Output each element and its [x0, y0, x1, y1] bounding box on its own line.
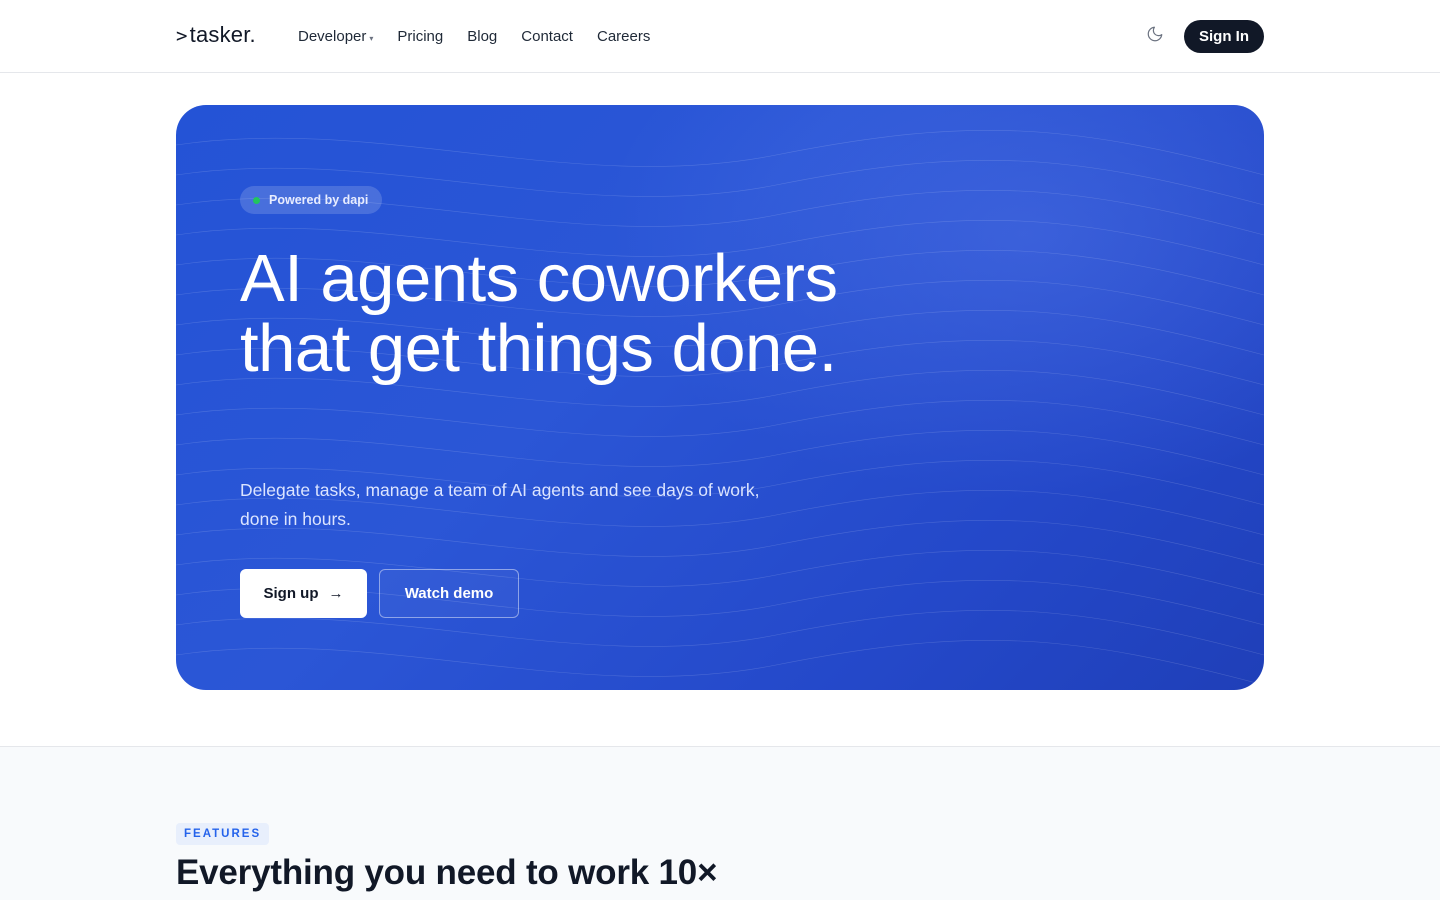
watch-demo-button[interactable]: Watch demo [379, 569, 519, 618]
hero-title: AI agents coworkers that get things done… [240, 241, 838, 386]
sign-in-button[interactable]: Sign In [1184, 20, 1264, 53]
nav-link-label: Blog [467, 28, 498, 45]
hero-subtitle: Delegate tasks, manage a team of AI agen… [240, 480, 760, 529]
top-navbar: > tasker. Developer ▾ Pricing Blog Conta… [0, 0, 1440, 73]
chevron-down-icon: ▾ [369, 34, 374, 43]
arrow-right-icon: → [328, 585, 344, 602]
logo[interactable]: > tasker. [176, 22, 256, 48]
features-title: Everything you need to work 10× [176, 853, 718, 892]
nav-link-careers[interactable]: Careers [597, 28, 650, 45]
nav-link-developer[interactable]: Developer ▾ [298, 28, 373, 45]
sign-up-label: Sign up [263, 585, 319, 602]
hero-section: Powered by dapi AI agents coworkers that… [176, 105, 1264, 690]
nav-link-contact[interactable]: Contact [521, 28, 573, 45]
features-tag: FEATURES [176, 823, 270, 845]
nav-link-label: Careers [596, 28, 651, 45]
nav-link-label: Contact [521, 28, 573, 45]
logo-text: tasker. [189, 22, 256, 47]
powered-by-badge: Powered by dapi [240, 186, 383, 214]
nav-link-label: Developer [298, 28, 367, 45]
nav-link-label: Pricing [397, 28, 444, 45]
logo-caret: > [176, 25, 188, 47]
moon-icon [1147, 26, 1163, 42]
nav-links: Developer ▾ Pricing Blog Contact Careers [298, 28, 674, 45]
nav-link-pricing[interactable]: Pricing [397, 28, 443, 45]
badge-label: Powered by dapi [269, 193, 369, 207]
status-dot-icon [253, 196, 260, 204]
features-section: FEATURES Everything you need to work 10× [0, 746, 1440, 900]
sign-up-button[interactable]: Sign up → [240, 569, 367, 618]
theme-toggle-button[interactable] [1144, 23, 1166, 45]
nav-link-blog[interactable]: Blog [467, 28, 497, 45]
